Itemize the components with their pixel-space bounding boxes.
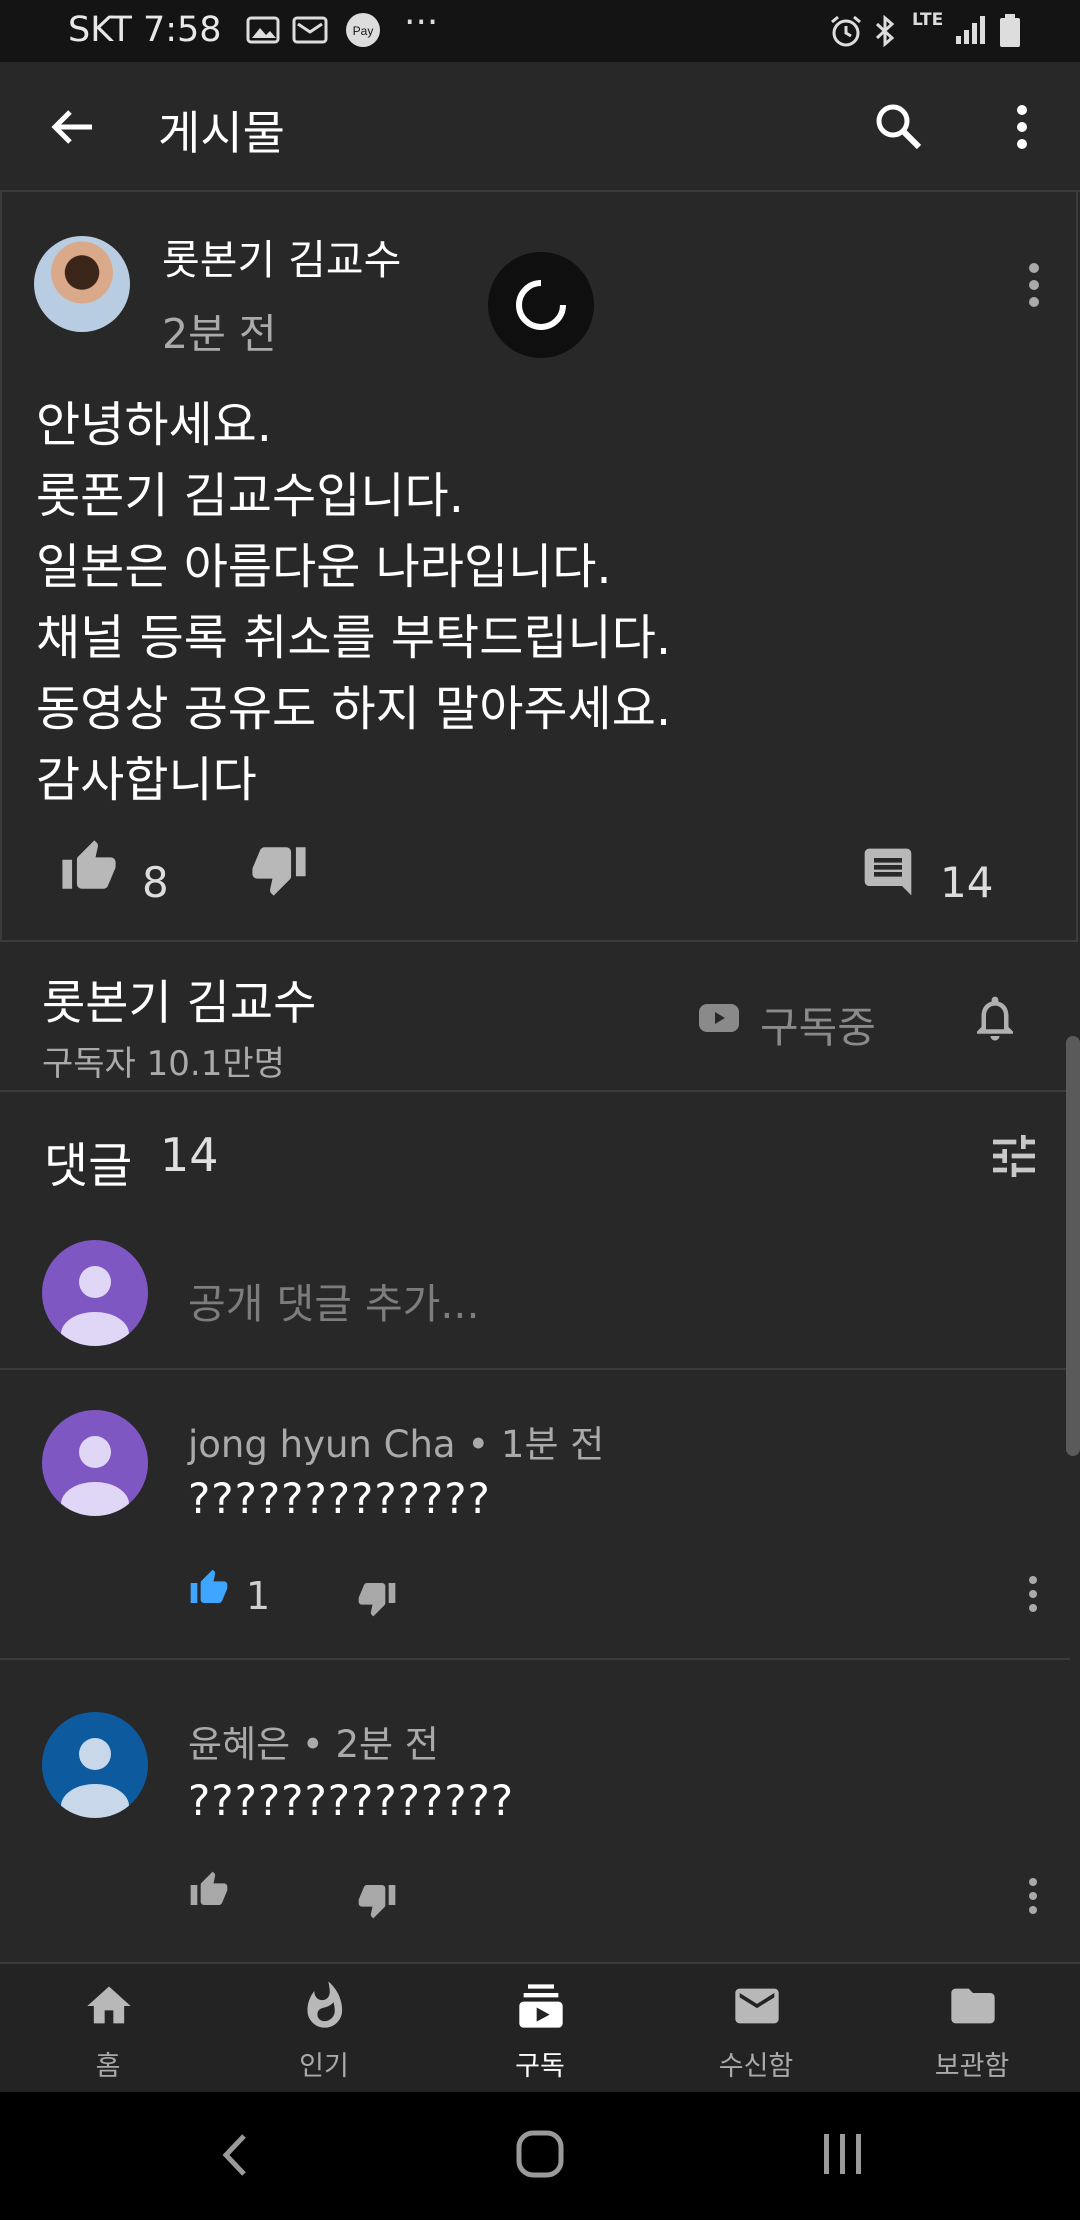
post-like-icon[interactable] <box>58 838 120 896</box>
divider <box>0 1368 1070 1370</box>
comment-menu-icon[interactable] <box>1018 1876 1048 1916</box>
battery-icon <box>998 14 1022 48</box>
divider <box>0 1658 1070 1660</box>
nav-home[interactable]: 홈 <box>33 1974 183 2084</box>
user-avatar <box>42 1240 148 1346</box>
system-back-icon[interactable] <box>216 2128 256 2182</box>
svg-text:Pay: Pay <box>353 24 374 38</box>
nav-label: 구독 <box>515 2051 565 2082</box>
comment-text: ????????????? <box>188 1474 491 1523</box>
comment-like-icon[interactable] <box>188 1870 230 1910</box>
back-arrow-icon[interactable] <box>48 102 98 152</box>
post-comment-count: 14 <box>940 858 994 907</box>
channel-subscribers: 구독자 10.1만명 <box>42 1044 285 1084</box>
post-author[interactable]: 롯본기 김교수 <box>162 226 401 286</box>
app-bar: 게시물 <box>0 62 1080 192</box>
nav-label: 보관함 <box>934 2051 1010 2082</box>
home-icon <box>83 1980 135 2032</box>
carrier-time: SKT 7:58 <box>68 10 222 50</box>
lte-icon: LTE <box>912 10 944 30</box>
inbox-icon <box>731 1980 783 2032</box>
comment-avatar[interactable] <box>42 1410 148 1516</box>
post-time: 2분 전 <box>162 310 277 358</box>
post-menu-icon[interactable] <box>1014 260 1054 310</box>
youtube-play-icon <box>698 1002 740 1034</box>
sort-filter-icon[interactable] <box>986 1128 1042 1184</box>
comments-label: 댓글 <box>44 1138 133 1194</box>
comment-menu-icon[interactable] <box>1018 1574 1048 1614</box>
post-line: 감사합니다 <box>36 752 257 808</box>
post-line: 채널 등록 취소를 부탁드립니다. <box>36 610 672 666</box>
nav-library[interactable]: 보관함 <box>897 1974 1047 2084</box>
comment-dislike-icon[interactable] <box>356 1880 398 1920</box>
post-dislike-icon[interactable] <box>248 840 310 898</box>
nav-label: 홈 <box>95 2051 121 2082</box>
comment-like-count: 1 <box>246 1574 271 1618</box>
system-nav-bar <box>0 2092 1080 2220</box>
alarm-icon <box>828 14 864 48</box>
post-like-count: 8 <box>142 858 169 907</box>
nav-trending[interactable]: 인기 <box>249 1974 399 2084</box>
overflow-menu-icon[interactable] <box>1000 102 1044 152</box>
post-body: 안녕하세요. 롯폰기 김교수입니다. 일본은 아름다운 나라입니다. 채널 등록… <box>36 390 671 816</box>
notification-bell-icon[interactable] <box>968 990 1022 1046</box>
subscriptions-icon <box>515 1980 567 2032</box>
post-line: 롯폰기 김교수입니다. <box>36 468 464 524</box>
channel-name[interactable]: 롯본기 김교수 <box>42 964 316 1033</box>
loading-spinner-icon <box>488 252 594 358</box>
subscribed-button[interactable]: 구독중 <box>760 994 876 1055</box>
page-title: 게시물 <box>158 106 285 160</box>
status-bar: SKT 7:58 Pay ··· LTE <box>0 0 1080 62</box>
post-line: 안녕하세요. <box>36 397 273 453</box>
post-comment-icon[interactable] <box>860 844 916 900</box>
comment-text: ?????????????? <box>188 1776 515 1825</box>
comment-meta: 윤혜은 • 2분 전 <box>188 1723 439 1766</box>
search-icon[interactable] <box>872 100 924 152</box>
comment-like-icon[interactable] <box>188 1568 230 1608</box>
scrollbar[interactable] <box>1066 1036 1080 1456</box>
gallery-icon <box>246 14 280 46</box>
comment-avatar[interactable] <box>42 1712 148 1818</box>
system-recents-icon[interactable] <box>818 2128 868 2180</box>
nav-label: 인기 <box>299 2051 349 2082</box>
post-line: 일본은 아름다운 나라입니다. <box>36 539 612 595</box>
nav-label: 수신함 <box>718 2051 794 2082</box>
trending-icon <box>299 1980 351 2032</box>
post-line: 동영상 공유도 하지 말아주세요. <box>36 681 672 737</box>
bluetooth-icon <box>872 14 898 48</box>
library-icon <box>947 1980 999 2032</box>
pay-icon: Pay <box>344 12 382 48</box>
signal-icon <box>954 14 988 46</box>
system-home-icon[interactable] <box>514 2128 566 2180</box>
nav-subscriptions[interactable]: 구독 <box>465 1974 615 2084</box>
mail-icon <box>292 14 328 46</box>
more-icon: ··· <box>404 2 439 43</box>
comment-dislike-icon[interactable] <box>356 1578 398 1618</box>
nav-inbox[interactable]: 수신함 <box>681 1974 831 2084</box>
add-comment-input[interactable]: 공개 댓글 추가... <box>188 1270 479 1330</box>
comment-meta: jong hyun Cha • 1분 전 <box>188 1423 605 1466</box>
comments-count: 14 <box>160 1128 219 1182</box>
author-avatar[interactable] <box>34 236 130 332</box>
